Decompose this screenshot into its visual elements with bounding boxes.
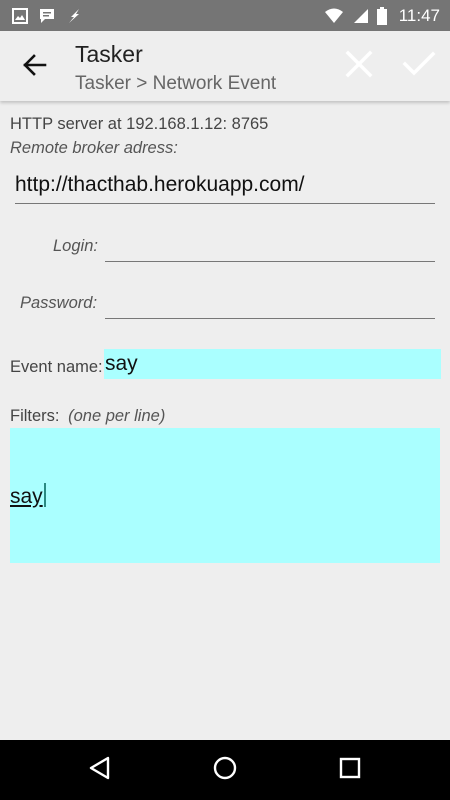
back-button[interactable] [18, 53, 52, 81]
status-time: 11:47 [398, 5, 440, 25]
screen: 11:47 Tasker Tasker > Network Event HTTP… [0, 0, 450, 800]
event-name-input[interactable]: say [104, 349, 441, 379]
text-cursor [43, 483, 46, 507]
flash-icon [66, 8, 82, 24]
nav-back-button[interactable] [86, 756, 114, 784]
login-input[interactable] [105, 233, 435, 262]
check-icon [402, 50, 436, 83]
filters-textarea[interactable]: say [10, 428, 440, 563]
http-server-info: HTTP server at 192.168.1.12: 8765 [10, 115, 269, 133]
action-bar: Tasker Tasker > Network Event [0, 31, 450, 101]
cancel-button[interactable] [342, 49, 376, 84]
broker-url-input[interactable]: http://thacthab.herokuapp.com/ [15, 173, 435, 204]
broker-label: Remote broker adress: [10, 139, 178, 157]
password-input[interactable] [105, 290, 435, 319]
wifi-icon [324, 8, 343, 24]
battery-icon [376, 6, 387, 25]
page-subtitle: Tasker > Network Event [75, 73, 277, 94]
filters-text-wrap: say [10, 483, 46, 509]
back-arrow-icon [23, 53, 47, 81]
navigation-bar [0, 740, 450, 800]
page-title: Tasker [75, 41, 143, 67]
accept-button[interactable] [400, 49, 438, 83]
status-bar: 11:47 [0, 0, 450, 31]
status-left-icons [12, 7, 82, 24]
filters-value: say [10, 485, 43, 508]
home-circle-icon [212, 755, 238, 786]
filters-label: Filters: (one per line) [10, 407, 165, 426]
filters-hint: (one per line) [68, 407, 166, 425]
password-label: Password: [20, 294, 98, 312]
nav-home-button[interactable] [211, 756, 239, 784]
image-icon [12, 7, 28, 24]
nav-recents-button[interactable] [336, 756, 364, 784]
recents-square-icon [338, 756, 362, 785]
login-label: Login: [53, 237, 98, 255]
chat-icon [38, 8, 56, 24]
close-icon [344, 49, 374, 84]
status-right-icons: 11:47 [324, 5, 440, 26]
filters-label-text: Filters: [10, 407, 60, 425]
event-name-label: Event name: [10, 358, 103, 376]
back-triangle-icon [88, 756, 112, 785]
signal-icon [351, 8, 369, 24]
